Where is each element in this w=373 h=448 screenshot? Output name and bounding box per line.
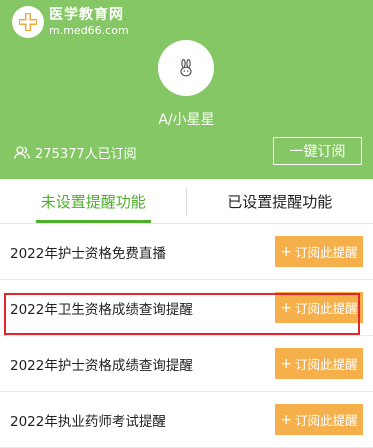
list-item: 2022年卫生资格成绩查询提醒 + 订阅此提醒 <box>0 280 373 336</box>
users-icon <box>14 146 30 159</box>
subscriber-count: 275377人已订阅 <box>14 143 137 162</box>
logo-url: m.med66.com <box>49 25 129 36</box>
rabbit-icon <box>178 59 194 77</box>
subscribe-reminder-label: 订阅此提醒 <box>295 242 358 261</box>
reminder-list: 2022年护士资格免费直播 + 订阅此提醒 2022年卫生资格成绩查询提醒 + … <box>0 224 373 448</box>
subscribe-reminder-label: 订阅此提醒 <box>295 354 358 373</box>
subscribe-reminder-label: 订阅此提醒 <box>295 410 358 429</box>
avatar[interactable] <box>158 40 214 96</box>
reminder-title: 2022年卫生资格成绩查询提醒 <box>10 298 193 318</box>
reminder-title: 2022年护士资格免费直播 <box>10 242 166 262</box>
subscribe-reminder-button[interactable]: + 订阅此提醒 <box>275 236 363 267</box>
username: A/小星星 <box>0 109 373 129</box>
tab-unset-reminders[interactable]: 未设置提醒功能 <box>0 179 187 223</box>
tab-divider <box>186 188 187 216</box>
list-item: 2022年护士资格成绩查询提醒 + 订阅此提醒 <box>0 336 373 392</box>
subscribe-reminder-button[interactable]: + 订阅此提醒 <box>275 292 363 323</box>
medical-cross-icon <box>12 6 44 38</box>
plus-icon: + <box>280 412 292 428</box>
subscribe-reminder-button[interactable]: + 订阅此提醒 <box>275 404 363 435</box>
tab-set-reminders[interactable]: 已设置提醒功能 <box>187 179 373 223</box>
subscribe-reminder-label: 订阅此提醒 <box>295 298 358 317</box>
reminder-title: 2022年执业药师考试提醒 <box>10 410 166 430</box>
plus-icon: + <box>280 244 292 260</box>
list-item: 2022年执业药师考试提醒 + 订阅此提醒 <box>0 392 373 448</box>
list-item: 2022年护士资格免费直播 + 订阅此提醒 <box>0 224 373 280</box>
subscribe-reminder-button[interactable]: + 订阅此提醒 <box>275 348 363 379</box>
plus-icon: + <box>280 356 292 372</box>
reminder-title: 2022年护士资格成绩查询提醒 <box>10 354 193 374</box>
subscriber-count-text: 275377人已订阅 <box>35 143 137 162</box>
one-click-subscribe-button[interactable]: 一键订阅 <box>273 137 362 165</box>
plus-icon: + <box>280 300 292 316</box>
site-logo[interactable]: 医学教育网 m.med66.com <box>12 6 129 38</box>
logo-name: 医学教育网 <box>49 8 129 22</box>
profile-header: 医学教育网 m.med66.com A/小星星 275377人已订阅 一键订阅 <box>0 0 373 179</box>
